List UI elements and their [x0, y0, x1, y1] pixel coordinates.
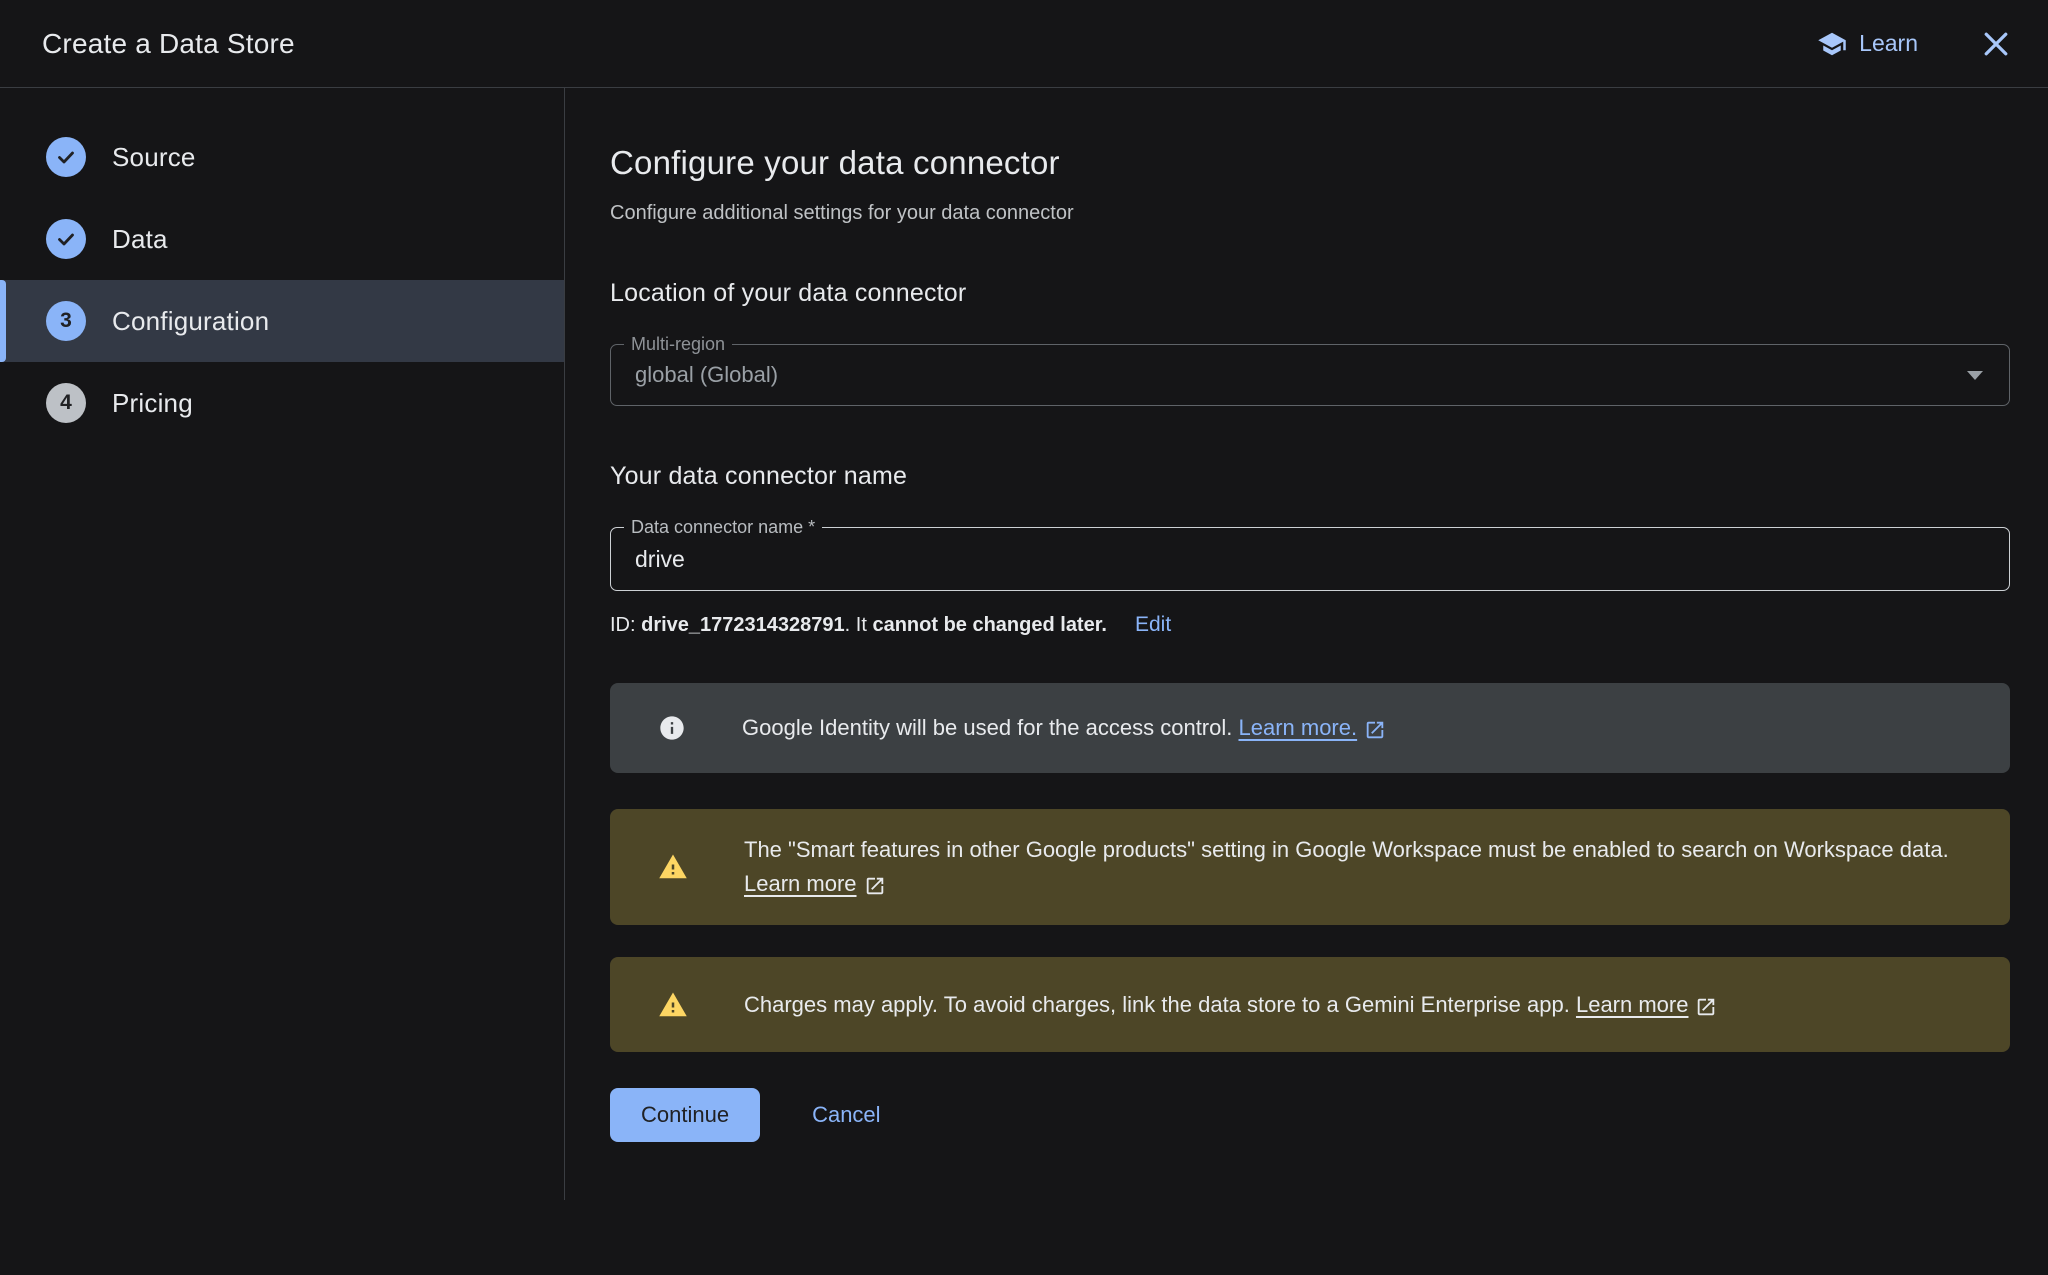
step-configuration-label: Configuration [112, 306, 269, 337]
info-icon [658, 714, 686, 742]
multi-region-label: Multi-region [624, 334, 732, 355]
name-section-title: Your data connector name [610, 462, 2010, 491]
step-pricing-number-circle: 4 [46, 383, 86, 423]
step-number: 3 [60, 309, 72, 333]
dialog-actions: Continue Cancel [610, 1088, 2010, 1142]
connector-name-field: Data connector name * [610, 527, 2010, 591]
step-source[interactable]: Source [0, 116, 564, 198]
connector-name-label: Data connector name * [624, 517, 822, 538]
step-configuration-number-circle: 3 [46, 301, 86, 341]
dialog-body: Source Data 3 Configuration 4 Pricing [0, 88, 2048, 1275]
workspace-warning-text: The "Smart features in other Google prod… [744, 833, 1970, 901]
check-icon [54, 227, 78, 251]
step-data-check-circle [46, 219, 86, 259]
cancel-button[interactable]: Cancel [812, 1102, 880, 1128]
dropdown-arrow-icon [1967, 371, 1983, 380]
step-configuration[interactable]: 3 Configuration [0, 280, 564, 362]
external-link-icon [1364, 717, 1386, 739]
warning-icon [658, 990, 688, 1020]
learn-button-label: Learn [1859, 30, 1918, 57]
page-subtitle: Configure additional settings for your d… [610, 202, 2010, 225]
dialog-header: Create a Data Store Learn [0, 0, 2048, 88]
info-banner-text: Google Identity will be used for the acc… [742, 711, 1386, 745]
workspace-warning-banner: The "Smart features in other Google prod… [610, 809, 2010, 925]
charges-warning-text: Charges may apply. To avoid charges, lin… [744, 988, 1717, 1022]
id-text: ID: drive_1772314328791. It cannot be ch… [610, 614, 1107, 637]
warning-icon [658, 852, 688, 882]
stepper-sidebar: Source Data 3 Configuration 4 Pricing [0, 88, 565, 1200]
location-section-title: Location of your data connector [610, 279, 2010, 308]
close-icon [1978, 26, 2014, 62]
step-data[interactable]: Data [0, 198, 564, 280]
external-link-icon [1695, 994, 1717, 1016]
info-learn-more-link[interactable]: Learn more. [1238, 711, 1386, 745]
step-data-label: Data [112, 224, 168, 255]
step-number: 4 [60, 391, 72, 415]
charges-warning-banner: Charges may apply. To avoid charges, lin… [610, 957, 2010, 1052]
check-icon [54, 145, 78, 169]
charges-learn-more-link[interactable]: Learn more [1576, 988, 1718, 1022]
edit-id-link[interactable]: Edit [1135, 613, 1171, 637]
dialog-title: Create a Data Store [42, 28, 295, 60]
graduation-cap-icon [1817, 29, 1847, 59]
external-link-icon [864, 873, 886, 895]
step-pricing[interactable]: 4 Pricing [0, 362, 564, 444]
main-content: Configure your data connector Configure … [565, 88, 2048, 1142]
workspace-learn-more-link[interactable]: Learn more [744, 867, 886, 901]
continue-button[interactable]: Continue [610, 1088, 760, 1142]
step-source-check-circle [46, 137, 86, 177]
learn-button[interactable]: Learn [1817, 29, 1918, 59]
multi-region-select[interactable]: Multi-region global (Global) [610, 344, 2010, 406]
step-pricing-label: Pricing [112, 388, 193, 419]
connector-id-helper: ID: drive_1772314328791. It cannot be ch… [610, 613, 2010, 637]
page-title: Configure your data connector [610, 144, 2010, 182]
multi-region-value: global (Global) [635, 362, 778, 388]
info-banner: Google Identity will be used for the acc… [610, 683, 2010, 773]
close-button[interactable] [1974, 22, 2018, 66]
step-source-label: Source [112, 142, 196, 173]
connector-name-input[interactable] [635, 546, 1985, 573]
